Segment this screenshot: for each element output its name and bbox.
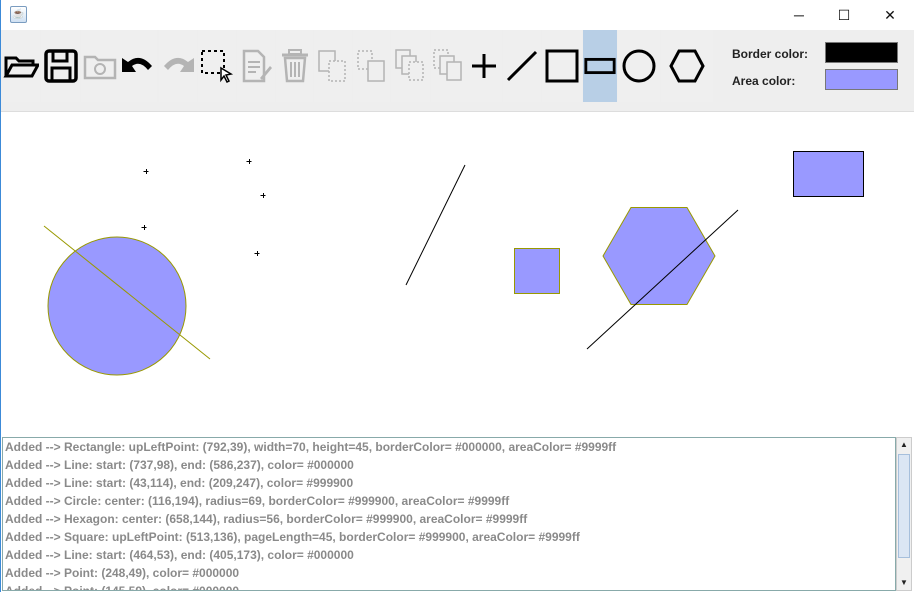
hexagon-shape[interactable]: [602, 207, 716, 305]
drawing-canvas[interactable]: [1, 112, 913, 434]
duplicate-icon: [433, 49, 462, 81]
log-area[interactable]: Added --> Rectangle: upLeftPoint: (792,3…: [2, 437, 896, 591]
hexagon-tool[interactable]: [661, 30, 713, 102]
scroll-thumb[interactable]: [898, 454, 910, 558]
redo-button[interactable]: [159, 30, 197, 102]
redo-icon: [164, 57, 194, 72]
square-tool[interactable]: [542, 30, 582, 102]
point-shape[interactable]: [141, 225, 147, 230]
save-button[interactable]: [41, 30, 80, 102]
area-color-swatch[interactable]: [825, 69, 898, 90]
delete-button[interactable]: [276, 30, 313, 102]
hexagon-icon: [669, 49, 705, 83]
undo-icon: [122, 57, 152, 72]
folder-refresh-icon: [83, 55, 117, 80]
undo-button[interactable]: [119, 30, 157, 102]
area-color-label: Area color:: [732, 74, 796, 88]
line-shape[interactable]: [405, 164, 466, 286]
minimize-button[interactable]: ─: [776, 0, 822, 30]
selection-cursor-icon: [201, 50, 234, 84]
cut-button[interactable]: [353, 30, 390, 102]
folder-open-icon: [2, 56, 39, 78]
log-line: Added --> Hexagon: center: (658,144), ra…: [5, 512, 528, 526]
log-line: Added --> Line: start: (737,98), end: (5…: [5, 458, 354, 472]
border-color-label: Border color:: [732, 47, 809, 61]
paste-icon: [394, 49, 424, 81]
point-shape[interactable]: [246, 159, 252, 164]
log-line: Added --> Rectangle: upLeftPoint: (792,3…: [5, 440, 617, 454]
log-line: Added --> Circle: center: (116,194), rad…: [5, 494, 510, 508]
log-line: Added --> Point: (248,49), color= #00000…: [5, 566, 240, 580]
document-edit-icon: [242, 49, 272, 83]
toolbar: Border color: Area color:: [1, 30, 914, 112]
point-shape[interactable]: [260, 193, 266, 198]
copy-icon: [318, 50, 346, 82]
floppy-disk-icon: [43, 49, 78, 83]
maximize-button[interactable]: ☐: [821, 0, 867, 30]
border-color-swatch[interactable]: [825, 42, 898, 63]
open-button[interactable]: [1, 30, 40, 102]
paste-button[interactable]: [391, 30, 430, 102]
circle-shape[interactable]: [47, 236, 187, 376]
close-button[interactable]: ✕: [867, 0, 913, 30]
reload-button[interactable]: [81, 30, 119, 102]
line-tool[interactable]: [503, 30, 541, 102]
square-shape[interactable]: [514, 248, 560, 294]
point-shape[interactable]: [254, 251, 260, 256]
scroll-down-arrow[interactable]: ▼: [897, 576, 911, 590]
title-bar: ☕ ─ ☐ ✕: [1, 0, 914, 30]
point-tool[interactable]: [466, 30, 502, 102]
point-shape[interactable]: [143, 169, 149, 174]
rectangle-tool[interactable]: [583, 30, 617, 102]
cut-icon: [356, 50, 385, 82]
edit-button[interactable]: [237, 30, 275, 102]
rectangle-shape[interactable]: [793, 151, 864, 197]
trash-icon: [281, 49, 308, 83]
log-line: Added --> Point: (145,59), color= #00000…: [5, 584, 240, 591]
scroll-up-arrow[interactable]: ▲: [897, 438, 911, 452]
select-button[interactable]: [198, 30, 236, 102]
log-line: Added --> Line: start: (43,114), end: (2…: [5, 476, 354, 490]
log-scrollbar[interactable]: ▲ ▼: [896, 437, 912, 591]
duplicate-button[interactable]: [431, 30, 467, 102]
log-line: Added --> Square: upLeftPoint: (513,136)…: [5, 530, 580, 544]
log-line: Added --> Line: start: (464,53), end: (4…: [5, 548, 354, 562]
circle-tool[interactable]: [618, 30, 660, 102]
copy-button[interactable]: [314, 30, 352, 102]
java-icon: ☕: [10, 6, 27, 23]
rectangle-icon: [584, 57, 616, 75]
plus-icon: [472, 54, 496, 78]
square-icon: [545, 49, 579, 83]
line-icon: [506, 50, 538, 82]
circle-icon: [622, 49, 656, 83]
